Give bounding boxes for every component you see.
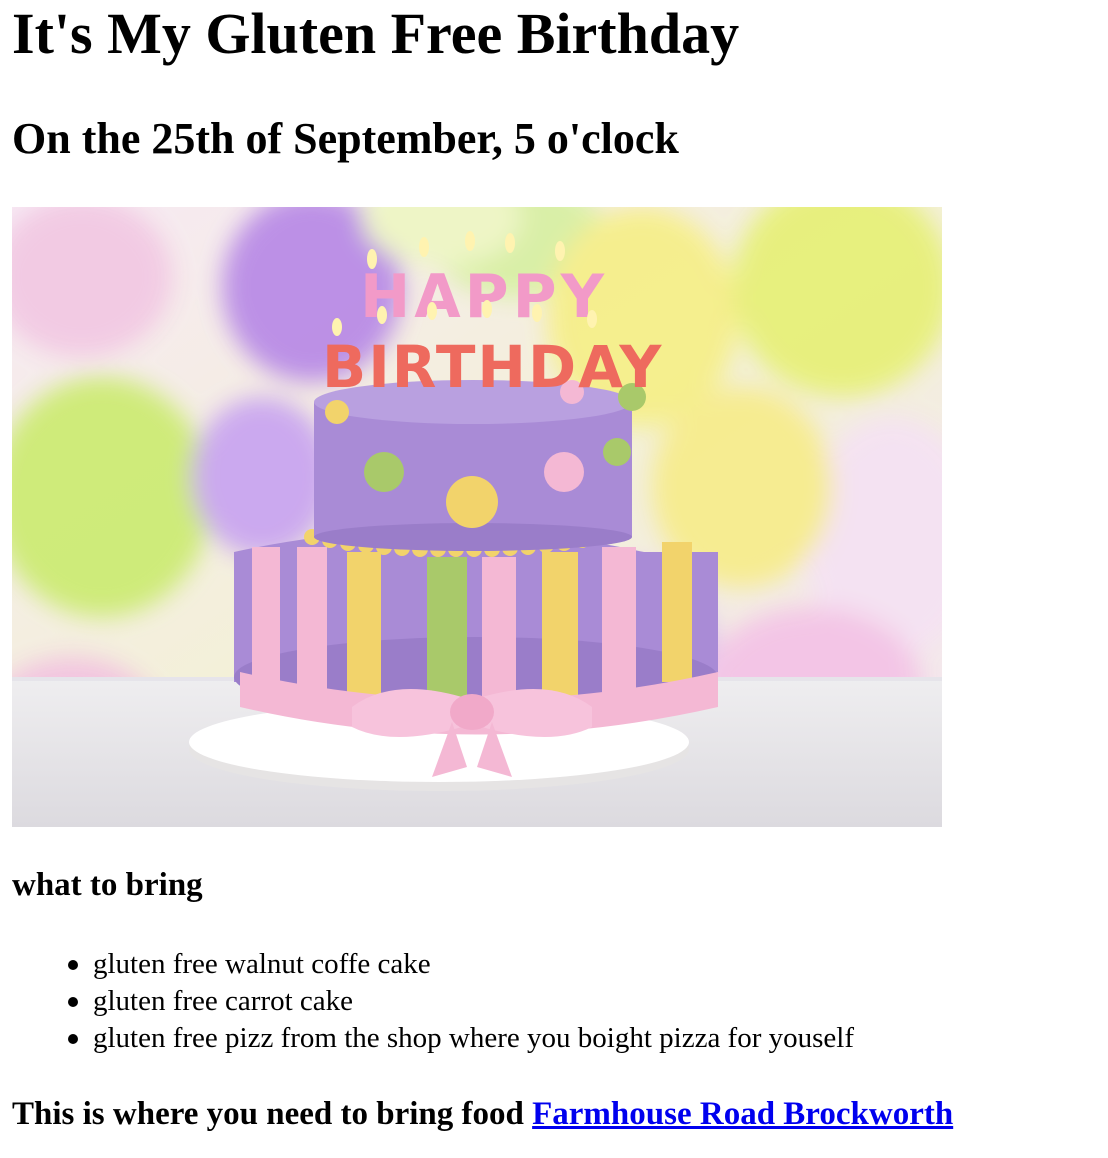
page-title: It's My Gluten Free Birthday <box>12 1 740 66</box>
delivery-info: This is where you need to bring food Far… <box>12 1093 953 1135</box>
list-item: gluten free walnut coffe cake <box>12 946 854 983</box>
list-item-text: gluten free carrot cake <box>93 985 354 1017</box>
delivery-text: This is where you need to bring food <box>12 1096 533 1132</box>
what-to-bring-heading: what to bring <box>12 867 203 903</box>
list-item: gluten free carrot cake <box>12 983 854 1020</box>
list-item: gluten free pizz from the shop where you… <box>12 1020 854 1057</box>
event-date-heading: On the 25th of September, 5 o'clock <box>12 114 679 163</box>
candle-letters-top: HAPPY <box>360 262 608 332</box>
bullet-icon <box>68 1034 78 1044</box>
list-item-text: gluten free pizz from the shop where you… <box>93 1022 854 1054</box>
location-link[interactable]: Farmhouse Road Brockworth <box>532 1096 953 1132</box>
candle-letters-bottom: BIRTHDAY <box>322 333 663 401</box>
bullet-icon <box>68 960 78 970</box>
birthday-cake-image: HAPPY BIRTHDAY <box>12 207 942 827</box>
bring-list: gluten free walnut coffe cake gluten fre… <box>12 946 854 1057</box>
bullet-icon <box>68 997 78 1007</box>
list-item-text: gluten free walnut coffe cake <box>93 948 431 980</box>
